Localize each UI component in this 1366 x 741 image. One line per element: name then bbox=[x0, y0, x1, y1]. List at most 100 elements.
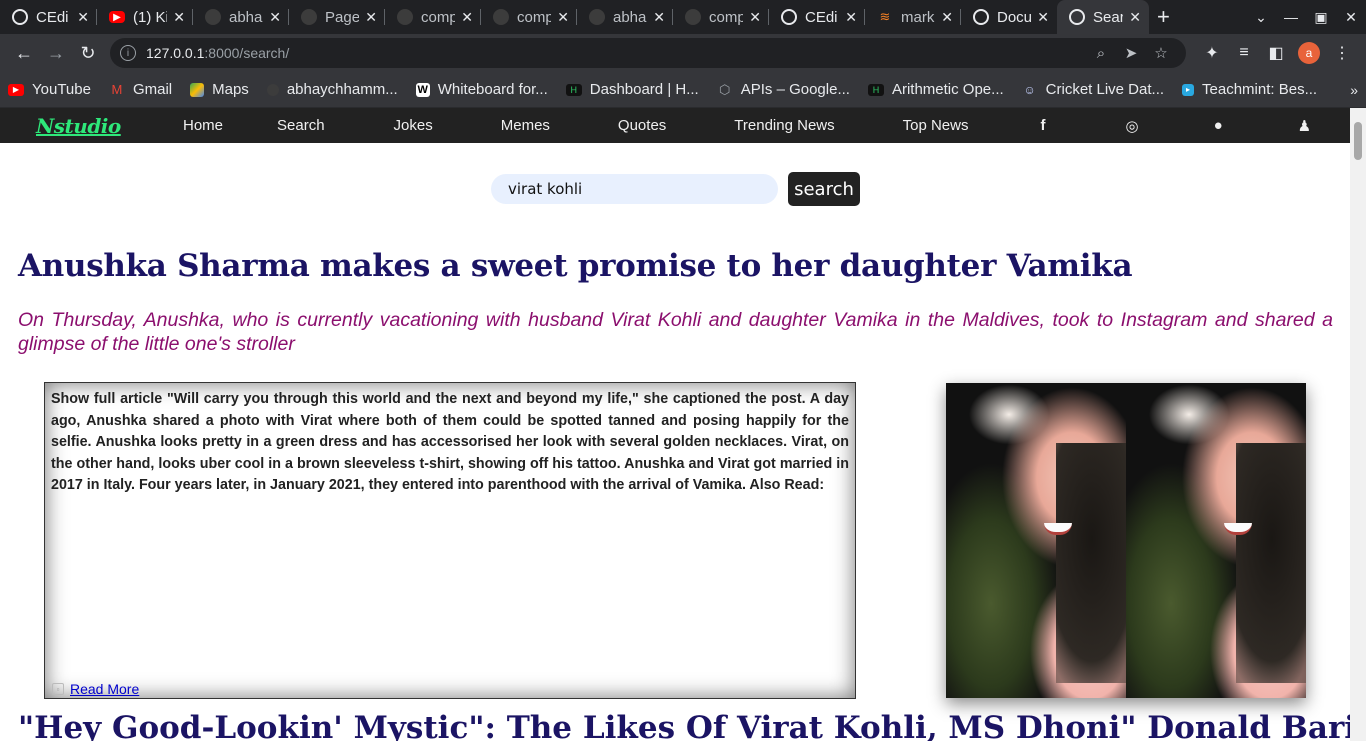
site-logo[interactable]: Nstudio bbox=[36, 114, 146, 138]
reading-list-icon[interactable]: ≡ bbox=[1228, 44, 1260, 62]
close-icon[interactable]: ✕ bbox=[653, 9, 665, 26]
broken-image-icon: ▫ bbox=[52, 683, 64, 695]
nav-trending-news[interactable]: Trending News bbox=[734, 117, 834, 134]
nav-jokes[interactable]: Jokes bbox=[394, 117, 433, 134]
close-icon[interactable]: ✕ bbox=[173, 9, 185, 26]
bookmark-teachmint[interactable]: ▸ Teachmint: Bes... bbox=[1182, 81, 1317, 98]
github-icon bbox=[493, 9, 509, 25]
star-icon[interactable]: ☆ bbox=[1146, 44, 1176, 62]
nav-search[interactable]: Search bbox=[277, 117, 325, 134]
close-icon[interactable]: ✕ bbox=[1037, 9, 1049, 26]
close-icon[interactable]: ✕ bbox=[365, 9, 377, 26]
article-photo-right bbox=[1126, 383, 1306, 698]
hackerrank-icon: H bbox=[565, 83, 582, 96]
tab-label: mark bbox=[901, 8, 935, 26]
forward-icon[interactable]: → bbox=[40, 43, 72, 64]
browser-tab[interactable]: abha ✕ bbox=[577, 0, 673, 34]
bookmark-whiteboard[interactable]: W Whiteboard for... bbox=[415, 81, 548, 98]
instagram-icon[interactable]: ◎ bbox=[1125, 117, 1138, 135]
tab-label: Sear bbox=[1093, 8, 1124, 26]
github-icon bbox=[589, 9, 605, 25]
search-input[interactable] bbox=[491, 174, 778, 204]
search-form: search bbox=[491, 172, 860, 206]
browser-tab-strip: CEdi ✕ ▶ (1) Ki ✕ abha ✕ Page ✕ comp ✕ c… bbox=[0, 0, 1366, 34]
search-button[interactable]: search bbox=[788, 172, 860, 206]
browser-tab[interactable]: comp ✕ bbox=[481, 0, 577, 34]
profile-avatar[interactable]: a bbox=[1298, 42, 1320, 64]
close-icon[interactable]: ✕ bbox=[845, 9, 857, 26]
page-scrollbar[interactable] bbox=[1350, 108, 1366, 741]
facebook-icon[interactable]: f bbox=[1040, 117, 1045, 134]
github-icon bbox=[266, 83, 279, 96]
bookmark-github[interactable]: abhaychhamm... bbox=[266, 81, 398, 98]
bookmark-youtube[interactable]: ▶ YouTube bbox=[8, 81, 91, 98]
new-tab-icon[interactable]: + bbox=[1157, 4, 1170, 30]
send-icon[interactable]: ➤ bbox=[1116, 44, 1146, 62]
tab-label: abha bbox=[229, 8, 263, 26]
globe-icon bbox=[973, 9, 989, 25]
close-icon[interactable]: ✕ bbox=[941, 9, 953, 26]
bookmark-arithmetic[interactable]: H Arithmetic Ope... bbox=[867, 81, 1004, 98]
browser-tab[interactable]: comp ✕ bbox=[673, 0, 769, 34]
teachmint-icon: ▸ bbox=[1182, 83, 1195, 96]
close-window-icon[interactable]: ✕ bbox=[1336, 9, 1366, 26]
browser-tab[interactable]: ▶ (1) Ki ✕ bbox=[97, 0, 193, 34]
zoom-icon[interactable]: ⌕ bbox=[1086, 45, 1116, 62]
back-icon[interactable]: ← bbox=[8, 43, 40, 64]
cricket-icon: ☺ bbox=[1023, 82, 1036, 97]
info-icon[interactable]: i bbox=[120, 45, 136, 61]
minimize-icon[interactable]: — bbox=[1276, 9, 1306, 25]
browser-tab[interactable]: CEdi ✕ bbox=[769, 0, 865, 34]
browser-tab-active[interactable]: Sear ✕ bbox=[1057, 0, 1149, 34]
nav-memes[interactable]: Memes bbox=[501, 117, 550, 134]
article-photo-left bbox=[946, 383, 1126, 698]
nav-quotes[interactable]: Quotes bbox=[618, 117, 666, 134]
article-title-next: "Hey Good-Lookin' Mystic": The Likes Of … bbox=[18, 710, 1357, 741]
browser-tab[interactable]: comp ✕ bbox=[385, 0, 481, 34]
user-icon[interactable]: ♟ bbox=[1298, 117, 1311, 135]
reload-icon[interactable]: ↻ bbox=[72, 43, 104, 64]
globe-icon bbox=[781, 9, 797, 25]
menu-icon[interactable]: ⋮ bbox=[1326, 43, 1358, 63]
gmail-icon: M bbox=[111, 82, 123, 97]
browser-tab[interactable]: Page ✕ bbox=[289, 0, 385, 34]
tab-label: (1) Ki bbox=[133, 8, 168, 26]
close-icon[interactable]: ✕ bbox=[749, 9, 761, 26]
github-icon[interactable]: ● bbox=[1214, 117, 1223, 134]
bookmark-dashboard[interactable]: H Dashboard | H... bbox=[565, 81, 699, 98]
browser-tab[interactable]: Docu ✕ bbox=[961, 0, 1057, 34]
address-bar[interactable]: i 127.0.0.1:8000/search/ ⌕ ➤ ☆ bbox=[110, 38, 1186, 68]
globe-icon bbox=[12, 9, 28, 25]
close-icon[interactable]: ✕ bbox=[1129, 9, 1141, 26]
nav-top-news[interactable]: Top News bbox=[903, 117, 969, 134]
article-image bbox=[946, 383, 1306, 698]
side-panel-icon[interactable]: ◧ bbox=[1260, 43, 1292, 63]
chevron-right-icon[interactable]: » bbox=[1350, 82, 1358, 98]
tab-label: comp bbox=[709, 8, 744, 26]
article-title: Anushka Sharma makes a sweet promise to … bbox=[18, 248, 1133, 284]
maximize-icon[interactable]: ▣ bbox=[1306, 9, 1336, 26]
bookmark-cricket[interactable]: ☺ Cricket Live Dat... bbox=[1022, 81, 1165, 98]
nav-home[interactable]: Home bbox=[183, 117, 223, 134]
youtube-icon: ▶ bbox=[8, 83, 24, 96]
globe-icon bbox=[1069, 9, 1085, 25]
close-icon[interactable]: ✕ bbox=[557, 9, 569, 26]
scrollbar-thumb[interactable] bbox=[1354, 122, 1362, 160]
browser-tab[interactable]: abha ✕ bbox=[193, 0, 289, 34]
read-more-row: ▫ Read More bbox=[52, 681, 139, 697]
github-icon bbox=[301, 9, 317, 25]
bookmark-maps[interactable]: Maps bbox=[190, 81, 249, 98]
browser-tab[interactable]: ≋ mark ✕ bbox=[865, 0, 961, 34]
tab-search-icon[interactable]: ⌄ bbox=[1246, 9, 1276, 26]
read-more-link[interactable]: Read More bbox=[70, 681, 139, 697]
browser-tab[interactable]: CEdi ✕ bbox=[0, 0, 97, 34]
extensions-icon[interactable]: ✦ bbox=[1196, 43, 1228, 63]
close-icon[interactable]: ✕ bbox=[269, 9, 281, 26]
github-icon bbox=[685, 9, 701, 25]
site-navbar: Nstudio Home Search Jokes Memes Quotes T… bbox=[0, 108, 1350, 143]
close-icon[interactable]: ✕ bbox=[461, 9, 473, 26]
hackerrank-icon: H bbox=[867, 83, 884, 96]
close-icon[interactable]: ✕ bbox=[77, 9, 89, 26]
bookmark-apis-google[interactable]: ⬡ APIs – Google... bbox=[717, 81, 850, 98]
bookmark-gmail[interactable]: M Gmail bbox=[109, 81, 173, 98]
